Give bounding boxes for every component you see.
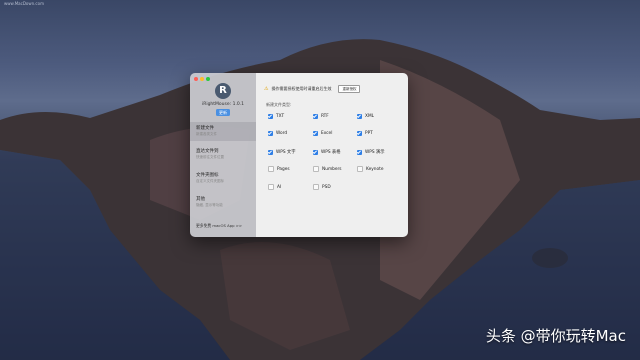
file-type-option[interactable]: AI — [268, 184, 281, 190]
checkbox[interactable] — [268, 184, 274, 190]
file-type-option[interactable]: PPT — [357, 131, 373, 136]
sidebar-item-sublabel: 新建各类文件 — [196, 132, 217, 136]
file-type-option[interactable]: WPS 文字 — [268, 149, 296, 155]
file-type-option[interactable]: XML — [357, 114, 374, 119]
option-label: AI — [277, 184, 282, 190]
sidebar: R iRightMouse: 1.0.1 更新 新建文件 新建各类文件 直达文件… — [190, 73, 256, 237]
main-content: ⚠ 操作需要授权使用时请重启后生效 重新授权 新建文件类型: TXT RTF XML… — [256, 73, 408, 237]
reauthorize-button[interactable]: 重新授权 — [338, 85, 361, 93]
option-label: Keynote — [366, 166, 384, 172]
checkbox[interactable] — [268, 131, 273, 136]
section-label: 新建文件类型: — [266, 102, 292, 107]
file-type-option[interactable]: Pages — [268, 166, 290, 172]
app-version: iRightMouse: 1.0.1 — [201, 102, 245, 107]
file-type-option[interactable]: TXT — [268, 114, 284, 119]
sidebar-item-label: 文件夹图标 — [196, 173, 219, 178]
checkbox[interactable] — [313, 149, 318, 155]
sidebar-item-sublabel: 自定义文件夹图标 — [196, 179, 224, 183]
app-logo: R — [215, 83, 231, 99]
minimize-window-button[interactable] — [200, 77, 204, 81]
option-label: WPS 文字 — [276, 150, 296, 155]
option-label: WPS 演示 — [365, 150, 385, 155]
file-type-option[interactable]: Keynote — [357, 166, 383, 172]
option-label: Word — [276, 131, 288, 136]
sidebar-item-folder-icon[interactable]: 文件夹图标 自定义文件夹图标 — [190, 172, 256, 184]
file-type-option[interactable]: WPS 演示 — [357, 149, 385, 155]
file-type-option[interactable]: Excel — [313, 131, 332, 136]
sidebar-item-label: 直达文件到 — [196, 149, 219, 154]
checkbox[interactable] — [313, 166, 319, 172]
watermark: 头条 @带你玩转Mac — [485, 327, 626, 345]
option-label: Numbers — [322, 166, 342, 172]
checkbox[interactable] — [357, 149, 362, 155]
checkbox[interactable] — [268, 166, 274, 172]
option-label: PSD — [322, 184, 331, 190]
sidebar-item-goto-folder[interactable]: 直达文件到 快速前往文件位置 — [190, 148, 256, 160]
checkbox[interactable] — [357, 166, 363, 172]
option-label: PPT — [365, 131, 373, 136]
file-type-option[interactable]: RTF — [313, 114, 329, 119]
sidebar-item-new-file[interactable]: 新建文件 新建各类文件 — [190, 122, 256, 141]
update-button[interactable]: 更新 — [216, 109, 230, 116]
more-apps-link[interactable]: 更多免费 macOS App >> — [196, 223, 242, 229]
checkbox[interactable] — [313, 131, 318, 136]
permission-tip: ⚠ 操作需要授权使用时请重启后生效 重新授权 — [264, 85, 361, 93]
file-type-option[interactable]: Word — [268, 131, 287, 136]
file-type-option[interactable]: Numbers — [313, 166, 342, 172]
option-label: WPS 表格 — [321, 150, 341, 155]
sidebar-item-label: 新建文件 — [196, 126, 214, 131]
file-type-option[interactable]: WPS 表格 — [313, 149, 341, 155]
checkbox[interactable] — [313, 114, 318, 119]
option-label: XML — [365, 114, 375, 119]
close-window-button[interactable] — [194, 77, 198, 81]
option-label: Pages — [277, 166, 290, 172]
app-window: R iRightMouse: 1.0.1 更新 新建文件 新建各类文件 直达文件… — [190, 73, 408, 237]
browser-url: www.MacDown.com — [4, 1, 44, 6]
sidebar-item-sublabel: 隐藏, 显示等功能 — [196, 203, 223, 207]
tip-text: 操作需要授权使用时请重启后生效 — [271, 86, 332, 91]
checkbox[interactable] — [313, 184, 319, 190]
option-label: TXT — [276, 114, 285, 119]
window-controls — [194, 77, 210, 81]
sidebar-item-other[interactable]: 其他 隐藏, 显示等功能 — [190, 196, 256, 208]
option-label: Excel — [321, 131, 333, 136]
checkbox[interactable] — [268, 114, 273, 119]
file-type-option[interactable]: PSD — [313, 184, 331, 190]
sidebar-item-sublabel: 快速前往文件位置 — [196, 155, 224, 159]
warning-icon: ⚠ — [264, 86, 269, 92]
sidebar-item-label: 其他 — [196, 197, 205, 202]
checkbox[interactable] — [357, 131, 362, 136]
zoom-window-button[interactable] — [206, 77, 210, 81]
option-label: RTF — [321, 114, 329, 119]
checkbox[interactable] — [357, 114, 362, 119]
checkbox[interactable] — [268, 149, 273, 155]
